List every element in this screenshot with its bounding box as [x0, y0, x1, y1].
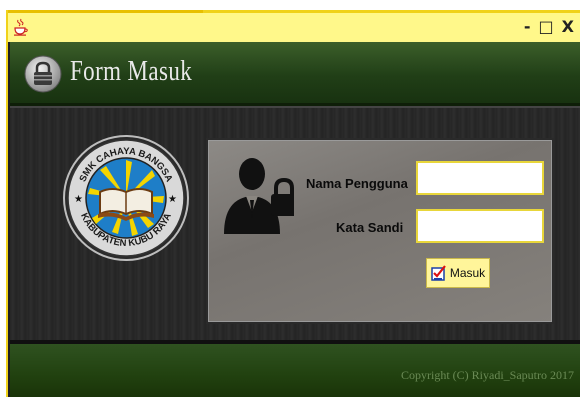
- login-button-label: Masuk: [449, 266, 486, 280]
- user-lock-icon: [224, 158, 294, 234]
- lock-icon: [24, 55, 62, 93]
- header-bar: Form Masuk: [10, 42, 580, 106]
- minimize-button[interactable]: -: [524, 17, 531, 36]
- java-coffee-icon: [14, 18, 28, 36]
- maximize-button[interactable]: □: [539, 17, 554, 36]
- title-bar[interactable]: - □ X: [8, 10, 580, 42]
- svg-text:★: ★: [74, 194, 83, 205]
- password-label: Kata Sandi: [336, 220, 404, 235]
- footer-bar: Copyright (C) Riyadi_Saputro 2017: [10, 344, 580, 397]
- username-label: Nama Pengguna: [306, 176, 408, 191]
- page-title: Form Masuk: [70, 56, 193, 87]
- password-input[interactable]: [416, 209, 544, 243]
- login-button[interactable]: Masuk: [426, 258, 490, 288]
- school-logo: ★ ★ SMK CAHAYA BANGSA KABUPATEN KUBU RAY…: [63, 135, 189, 261]
- username-input[interactable]: [416, 161, 544, 195]
- close-button[interactable]: X: [562, 17, 574, 36]
- svg-text:★: ★: [168, 194, 177, 205]
- login-window: - □ X Form Masuk ★ ★ SMK CAHAYA BANGSA K…: [8, 10, 580, 397]
- title-bar-highlight: [8, 10, 203, 13]
- main-panel: ★ ★ SMK CAHAYA BANGSA KABUPATEN KUBU RAY…: [10, 106, 580, 344]
- copyright-text: Copyright (C) Riyadi_Saputro 2017: [401, 368, 574, 382]
- login-form: Nama Pengguna Kata Sandi Masuk: [206, 138, 554, 324]
- checklist-icon: [431, 265, 446, 281]
